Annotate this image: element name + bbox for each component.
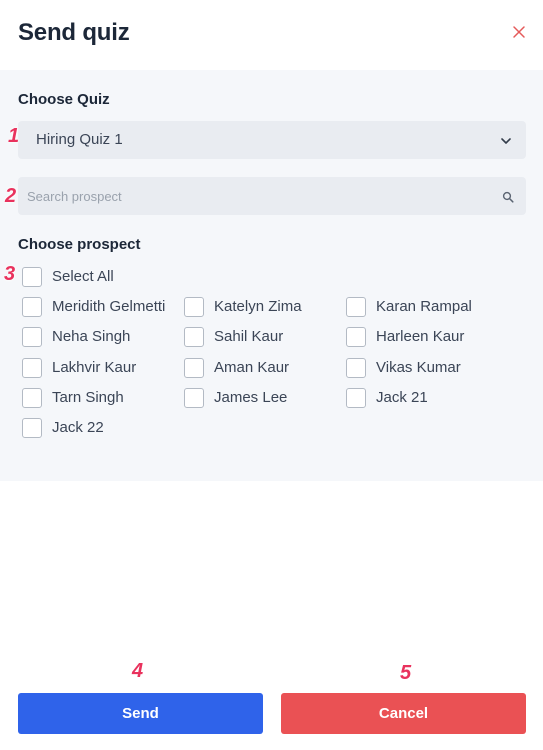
prospect-name: Katelyn Zima — [214, 298, 302, 315]
prospect-name: Aman Kaur — [214, 359, 290, 376]
dialog-title: Send quiz — [18, 19, 130, 46]
search-icon[interactable] — [502, 190, 514, 203]
quiz-select[interactable]: Hiring Quiz 1 — [18, 121, 526, 159]
prospect-name: Harleen Kaur — [376, 328, 465, 345]
select-all-label: Select All — [52, 268, 114, 285]
checkbox-box[interactable] — [184, 358, 204, 378]
checkbox-box[interactable] — [346, 297, 366, 317]
prospect-name: Sahil Kaur — [214, 328, 284, 345]
checkbox-box[interactable] — [184, 327, 204, 347]
annotation-marker-3: 3 — [4, 263, 16, 285]
annotation-marker-2: 2 — [5, 185, 17, 207]
checkbox-box[interactable] — [22, 418, 42, 438]
checkbox-box[interactable] — [22, 267, 42, 287]
prospect-name: Vikas Kumar — [376, 359, 461, 376]
annotation-marker-1: 1 — [8, 125, 20, 147]
choose-quiz-label: Choose Quiz — [18, 91, 110, 108]
send-button[interactable]: Send — [18, 693, 263, 734]
dialog-header: Send quiz — [0, 0, 543, 70]
prospect-name: Jack 22 — [52, 419, 104, 436]
checkbox-box[interactable] — [22, 358, 42, 378]
prospect-name: Lakhvir Kaur — [52, 359, 137, 376]
prospect-name: Jack 21 — [376, 389, 428, 406]
checkbox-box[interactable] — [184, 297, 204, 317]
annotation-marker-5: 5 — [400, 662, 412, 684]
prospect-name: Karan Rampal — [376, 298, 472, 315]
cancel-button[interactable]: Cancel — [281, 693, 526, 734]
checkbox-box[interactable] — [346, 358, 366, 378]
checkbox-box[interactable] — [346, 388, 366, 408]
choose-prospect-label: Choose prospect — [18, 236, 141, 253]
prospect-name: Neha Singh — [52, 328, 131, 345]
close-icon[interactable] — [511, 24, 527, 40]
quiz-select-value: Hiring Quiz 1 — [36, 131, 123, 148]
search-field — [18, 177, 526, 215]
prospect-name: James Lee — [214, 389, 288, 406]
search-prospect-input[interactable] — [18, 177, 497, 215]
prospect-name: Meridith Gelmetti — [52, 298, 166, 315]
checkbox-box[interactable] — [22, 327, 42, 347]
prospect-name: Tarn Singh — [52, 389, 124, 406]
chevron-down-icon — [500, 134, 512, 146]
checkbox-box[interactable] — [22, 388, 42, 408]
checkbox-box[interactable] — [346, 327, 366, 347]
checkbox-box[interactable] — [184, 388, 204, 408]
checkbox-box[interactable] — [22, 297, 42, 317]
annotation-marker-4: 4 — [132, 660, 144, 682]
